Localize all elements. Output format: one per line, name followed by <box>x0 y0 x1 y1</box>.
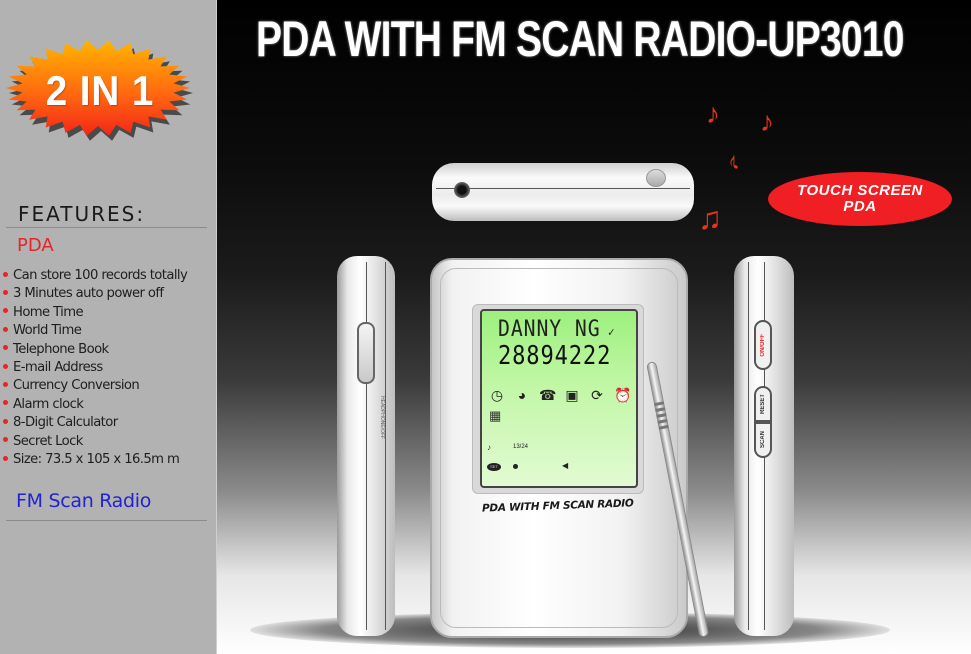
music-note-icon: ♪ <box>760 106 774 137</box>
tuning-knob <box>646 169 666 187</box>
device-top-view <box>432 163 694 221</box>
alarm-clock-icon: ⏰ <box>614 387 632 403</box>
scan-button: SCAN <box>754 422 772 458</box>
lcd-note-icon: ♪ <box>487 443 491 452</box>
feature-item: 8-Digit Calculator <box>3 414 187 432</box>
feature-item: Alarm clock <box>3 396 187 414</box>
headphone-jack-icon <box>454 182 470 198</box>
bullet-icon <box>3 381 8 387</box>
bullet-icon <box>3 289 8 295</box>
fm-divider <box>6 520 207 521</box>
music-note-icon: ♪ <box>706 98 720 129</box>
music-note-icon: ♪ <box>728 148 740 175</box>
reset-button: RESET <box>754 386 772 422</box>
email-icon: ▣ <box>565 387 579 403</box>
seam-line <box>366 262 367 630</box>
features-divider <box>6 227 207 228</box>
page-title: PDA WITH FM SCAN RADIO-UP3010 <box>256 11 904 67</box>
feature-item: E-mail Address <box>3 359 187 377</box>
device-left-side-view: HEADPHONE/OFF <box>337 256 395 636</box>
seam-line <box>436 187 690 189</box>
beamed-notes-icon: ♫ <box>698 200 722 236</box>
feature-item: 3 Minutes auto power off <box>3 285 187 303</box>
bullet-icon <box>3 400 8 406</box>
pda-heading: PDA <box>17 235 54 256</box>
bullet-icon <box>3 363 8 369</box>
lcd-phone-number: 28894222 <box>498 341 612 371</box>
lcd-dot-indicator <box>513 464 518 469</box>
feature-item: World Time <box>3 322 187 340</box>
features-heading: FEATURES: <box>18 202 146 226</box>
features-sidebar: 2 IN 1 FEATURES: PDA Can store 100 recor… <box>0 0 217 654</box>
badge-line-2: PDA <box>843 198 877 215</box>
speaker-icon: ◀ <box>562 461 569 470</box>
stylus-grip <box>658 424 669 430</box>
touch-screen-badge: TOUCH SCREEN PDA <box>768 172 952 226</box>
currency-exchange-icon: ⟳ <box>591 387 603 403</box>
bullet-icon <box>3 308 8 314</box>
side-print-text: HEADPHONE/OFF <box>379 396 385 440</box>
badge-label: 2 IN 1 <box>45 67 155 114</box>
stylus-grip <box>655 407 666 413</box>
stylus-grip <box>657 418 668 424</box>
lcd-contact-name: DANNY NG ✓ <box>498 317 616 342</box>
seam-line <box>748 262 749 630</box>
lcd-icon-row: ◷ ◕ ☎ ▣ ⟳ ⏰ <box>489 387 632 403</box>
seam-line <box>385 262 386 630</box>
stylus-grip <box>656 413 667 418</box>
feature-item: Secret Lock <box>3 433 187 451</box>
feature-item: Can store 100 records totally <box>3 267 188 285</box>
lcd-time: 13/24 <box>513 444 529 450</box>
device-right-side-view: ON/OFF RESET SCAN <box>734 256 794 636</box>
bullet-icon <box>3 455 8 461</box>
lcd-set-indicator: SET <box>487 463 501 471</box>
stylus-grip <box>653 401 665 407</box>
two-in-one-badge: 2 IN 1 <box>6 38 194 142</box>
fm-radio-heading: FM Scan Radio <box>16 490 152 512</box>
bullet-icon <box>3 345 8 351</box>
lcd-screen: DANNY NG ✓ 28894222 ◷ ◕ ☎ ▣ ⟳ ⏰ ▦ ♪ 13/2… <box>480 309 638 488</box>
telephone-icon: ☎ <box>539 387 557 403</box>
feature-item: Home Time <box>3 304 187 322</box>
calculator-icon: ▦ <box>489 408 502 423</box>
bullet-icon <box>3 437 8 443</box>
bullet-icon <box>3 418 8 424</box>
badge-line-1: TOUCH SCREEN <box>797 182 923 199</box>
onoff-button: ON/OFF <box>754 320 772 370</box>
globe-icon: ◕ <box>517 387 527 403</box>
bullet-icon <box>3 271 8 277</box>
feature-item: Size: 73.5 x 105 x 16.5m m <box>3 451 187 469</box>
feature-item: Telephone Book <box>3 341 187 359</box>
bullet-icon <box>3 326 8 332</box>
headphone-switch <box>357 322 375 384</box>
feature-item: Currency Conversion <box>3 377 187 395</box>
pda-feature-list: Can store 100 records totally 3 Minutes … <box>3 267 188 469</box>
clock-icon: ◷ <box>490 387 504 403</box>
